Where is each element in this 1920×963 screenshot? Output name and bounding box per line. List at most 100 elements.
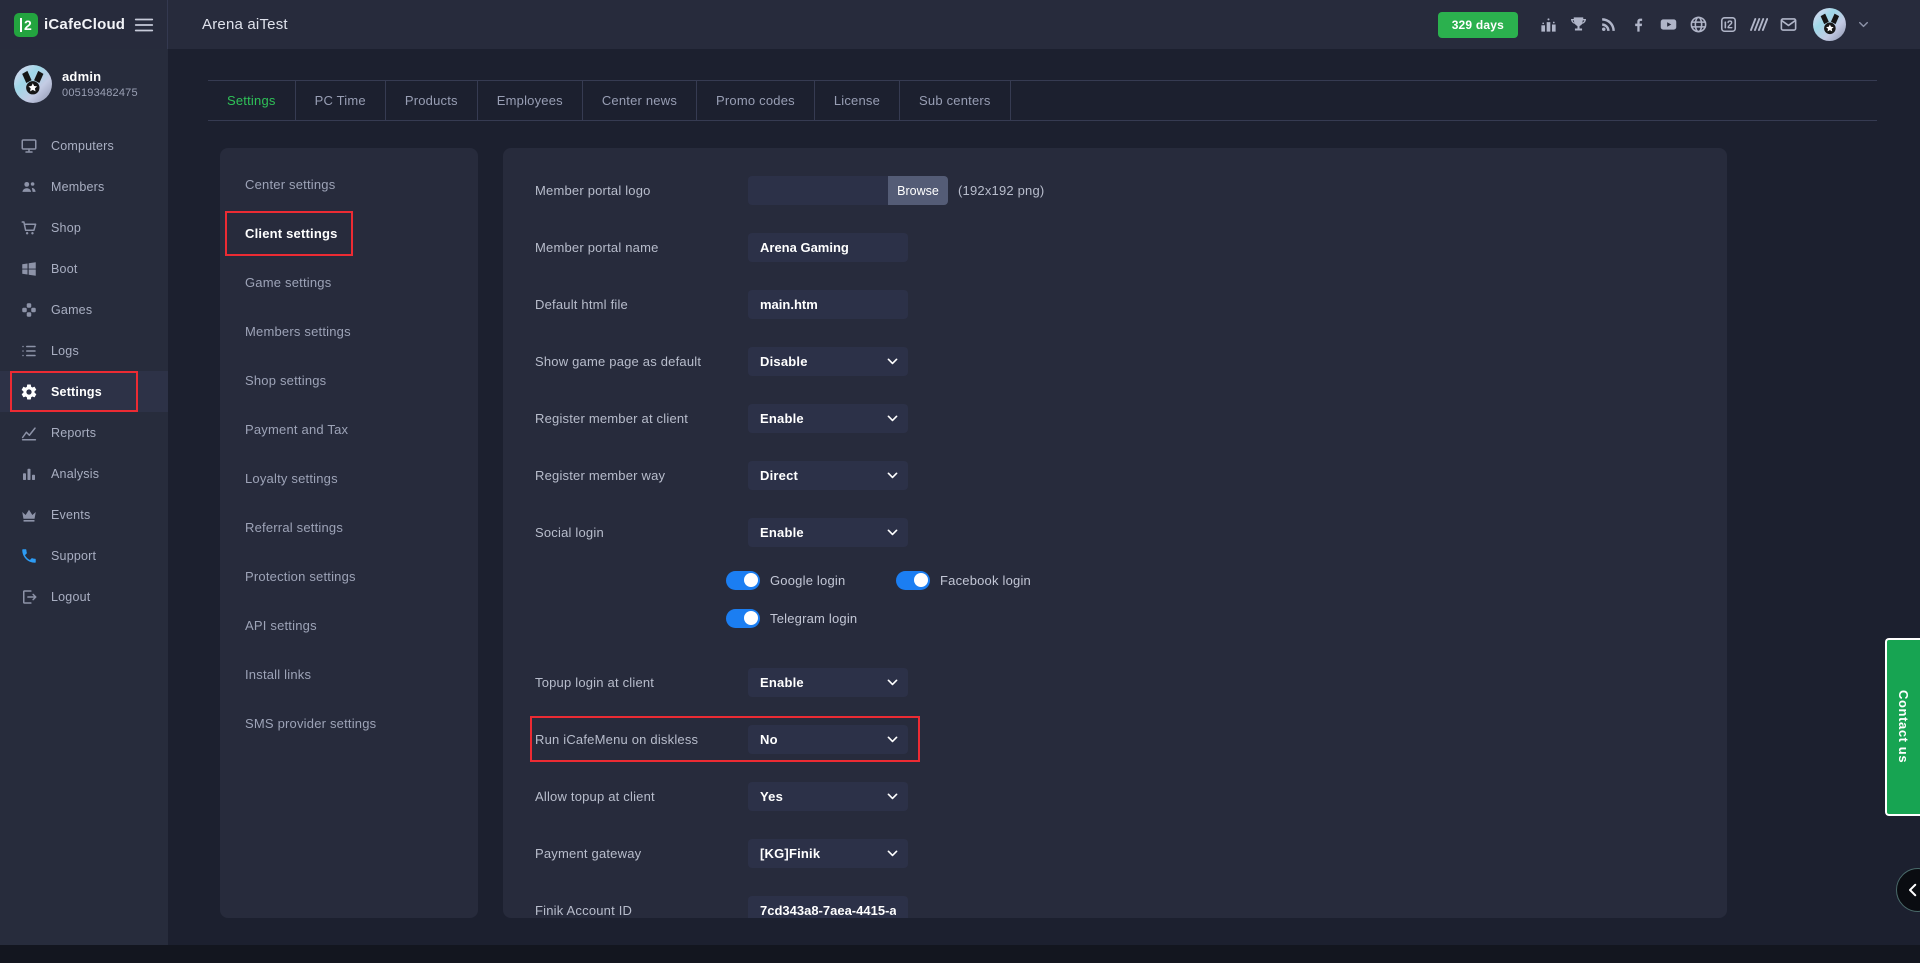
shop-icon xyxy=(20,219,38,237)
sidebar-item-members[interactable]: Members xyxy=(0,166,168,207)
sidebar-item-reports[interactable]: Reports xyxy=(0,412,168,453)
collapse-widget-button[interactable] xyxy=(1896,868,1920,912)
sidebar-item-analysis[interactable]: Analysis xyxy=(0,453,168,494)
field-label: Social login xyxy=(535,525,748,540)
sidebar-item-support[interactable]: Support xyxy=(0,535,168,576)
sidebar-item-computers[interactable]: Computers xyxy=(0,125,168,166)
sidebar-item-label: Reports xyxy=(51,426,96,440)
user-id: 005193482475 xyxy=(62,87,138,99)
facebook-icon xyxy=(1629,15,1648,34)
select-chevron-icon xyxy=(886,355,899,368)
sidebar-item-label: Support xyxy=(51,549,96,563)
settings-menu-panel: Center settings Client settings Game setti… xyxy=(220,148,478,918)
toggle-row: Google loginFacebook login xyxy=(726,561,1727,599)
settings-menu-item-shop-settings[interactable]: Shop settings xyxy=(220,356,478,405)
settings-menu-item-loyalty-settings[interactable]: Loyalty settings xyxy=(220,454,478,503)
tab-pc-time[interactable]: PC Time xyxy=(296,81,386,120)
settings-menu-item-api-settings[interactable]: API settings xyxy=(220,601,478,650)
contact-us-button[interactable]: Contact us xyxy=(1885,638,1920,816)
settings-menu-item-label: Game settings xyxy=(245,275,331,290)
settings-menu-item-label: Protection settings xyxy=(245,569,356,584)
games-icon xyxy=(20,301,38,319)
chevron-down-icon[interactable] xyxy=(1857,18,1870,31)
sidebar-item-shop[interactable]: Shop xyxy=(0,207,168,248)
finik-account-id-input[interactable] xyxy=(748,896,908,918)
field-label: Register member at client xyxy=(535,411,748,426)
sidebar-item-logs[interactable]: Logs xyxy=(0,330,168,371)
sidebar-item-settings[interactable]: Settings xyxy=(0,371,168,412)
tab-settings[interactable]: Settings xyxy=(208,81,296,120)
browse-button[interactable]: Browse xyxy=(888,176,948,205)
topup-login-at-client-select[interactable]: Enable xyxy=(748,668,908,697)
podium-icon xyxy=(1539,15,1558,34)
form-row-social-login: Social loginEnable xyxy=(503,504,1727,561)
client-settings-form: Member portal logoBrowse(192x192 png)Mem… xyxy=(503,148,1727,918)
field-label: Topup login at client xyxy=(535,675,748,690)
settings-menu-item-payment-and-tax[interactable]: Payment and Tax xyxy=(220,405,478,454)
field-label: Default html file xyxy=(535,297,748,312)
settings-menu-item-label: Referral settings xyxy=(245,520,343,535)
field-label: Register member way xyxy=(535,468,748,483)
tab-license[interactable]: License xyxy=(815,81,900,120)
allow-topup-at-client-select[interactable]: Yes xyxy=(748,782,908,811)
tab-sub-centers[interactable]: Sub centers xyxy=(900,81,1011,120)
bottom-bar xyxy=(0,945,1920,963)
settings-menu-item-client-settings[interactable]: Client settings xyxy=(220,209,478,258)
sidebar-item-boot[interactable]: Boot xyxy=(0,248,168,289)
settings-menu-item-label: Payment and Tax xyxy=(245,422,348,437)
boot-icon xyxy=(20,260,38,278)
license-days-badge[interactable]: 329 days xyxy=(1438,12,1518,38)
form-row-member-portal-logo: Member portal logoBrowse(192x192 png) xyxy=(503,162,1727,219)
tab-employees[interactable]: Employees xyxy=(478,81,583,120)
settings-menu-item-install-links[interactable]: Install links xyxy=(220,650,478,699)
user-profile[interactable]: admin 005193482475 xyxy=(0,49,168,117)
settings-menu-item-referral-settings[interactable]: Referral settings xyxy=(220,503,478,552)
select-value: Disable xyxy=(760,354,808,369)
toggle-knob xyxy=(744,611,758,625)
settings-menu-item-game-settings[interactable]: Game settings xyxy=(220,258,478,307)
sidebar-item-games[interactable]: Games xyxy=(0,289,168,330)
default-html-file-input[interactable] xyxy=(748,290,908,319)
sidebar-item-label: Computers xyxy=(51,139,114,153)
register-member-way-select[interactable]: Direct xyxy=(748,461,908,490)
select-value: Enable xyxy=(760,411,804,426)
tab-center-news[interactable]: Center news xyxy=(583,81,697,120)
tab-products[interactable]: Products xyxy=(386,81,478,120)
top-header: 2 iCafeCloud Arena aiTest 329 days xyxy=(0,0,1920,49)
icafecloud-logo-icon: 2 xyxy=(14,13,38,37)
logo-area: 2 iCafeCloud xyxy=(0,0,168,49)
telegram-login-toggle[interactable] xyxy=(726,609,760,628)
run-icafemenu-on-diskless-select[interactable]: No xyxy=(748,725,908,754)
header-icons xyxy=(1539,15,1798,34)
facebook-login-toggle[interactable] xyxy=(896,571,930,590)
sidebar-item-logout[interactable]: Logout xyxy=(0,576,168,617)
settings-menu-item-center-settings[interactable]: Center settings xyxy=(220,160,478,209)
show-game-page-as-default-select[interactable]: Disable xyxy=(748,347,908,376)
member-portal-name-input[interactable] xyxy=(748,233,908,262)
header-right: 329 days xyxy=(1438,8,1920,41)
brand-logo-icon xyxy=(1749,15,1768,34)
user-avatar[interactable] xyxy=(1813,8,1846,41)
sidebar-item-events[interactable]: Events xyxy=(0,494,168,535)
select-chevron-icon xyxy=(886,847,899,860)
settings-menu-item-sms-provider-settings[interactable]: SMS provider settings xyxy=(220,699,478,748)
mail-icon xyxy=(1779,15,1798,34)
settings-menu-item-label: Center settings xyxy=(245,177,335,192)
social-login-select[interactable]: Enable xyxy=(748,518,908,547)
settings-menu-item-protection-settings[interactable]: Protection settings xyxy=(220,552,478,601)
register-member-at-client-select[interactable]: Enable xyxy=(748,404,908,433)
tab-promo-codes[interactable]: Promo codes xyxy=(697,81,815,120)
google-login-toggle[interactable] xyxy=(726,571,760,590)
settings-menu-item-label: Shop settings xyxy=(245,373,326,388)
logout-icon xyxy=(20,588,38,606)
member-portal-logo-file-input[interactable] xyxy=(748,176,888,205)
field-hint: (192x192 png) xyxy=(958,183,1044,198)
select-chevron-icon xyxy=(886,526,899,539)
hamburger-menu-icon[interactable] xyxy=(133,14,155,36)
settings-menu-item-members-settings[interactable]: Members settings xyxy=(220,307,478,356)
payment-gateway-select[interactable]: [KG]Finik xyxy=(748,839,908,868)
toggle-telegram-login: Telegram login xyxy=(726,609,896,628)
select-value: Direct xyxy=(760,468,798,483)
select-value: [KG]Finik xyxy=(760,846,820,861)
form-row-show-game-page-as-default: Show game page as defaultDisable xyxy=(503,333,1727,390)
